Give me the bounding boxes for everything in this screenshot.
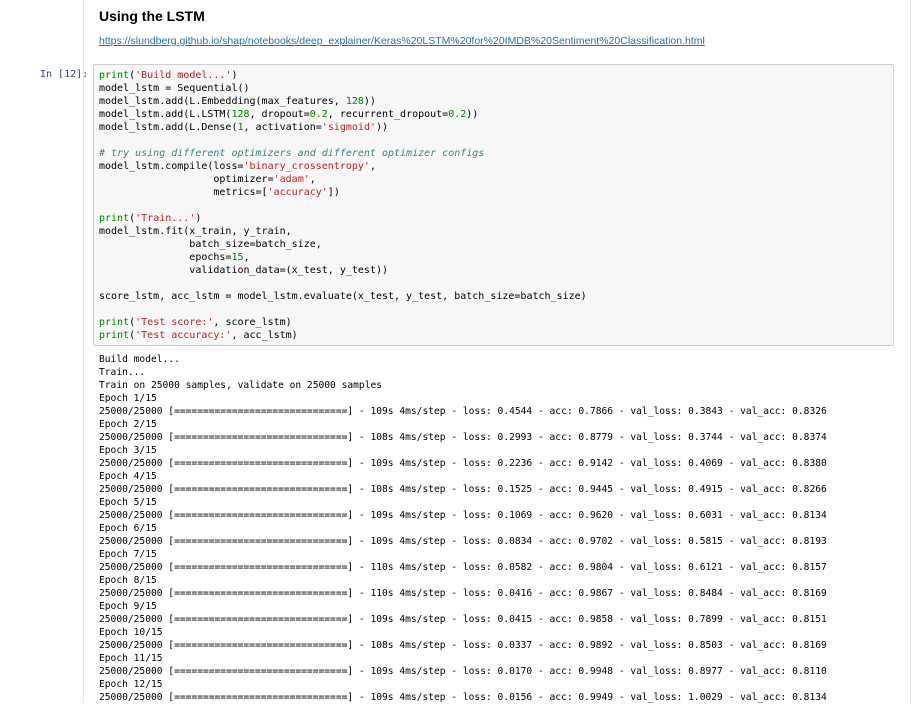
code-line: epochs=15,	[99, 252, 250, 263]
output-line: Epoch 3/15	[99, 445, 157, 456]
cell-output: Build model... Train... Train on 25000 sam…	[99, 353, 827, 704]
markdown-heading: Using the LSTM	[99, 8, 205, 24]
output-line: Epoch 2/15	[99, 419, 157, 430]
output-line: 25000/25000 [===========================…	[99, 692, 827, 703]
code-line: model_lstm.compile(loss='binary_crossent…	[99, 161, 376, 172]
output-line: Epoch 1/15	[99, 393, 157, 404]
output-line: 25000/25000 [===========================…	[99, 510, 827, 521]
output-line: 25000/25000 [===========================…	[99, 536, 827, 547]
output-line: 25000/25000 [===========================…	[99, 484, 827, 495]
code-line: print('Test score:', score_lstm)	[99, 317, 292, 328]
output-line: 25000/25000 [===========================…	[99, 614, 827, 625]
code-line: model_lstm.add(L.Dense(1, activation='si…	[99, 122, 389, 133]
code-line: model_lstm.fit(x_train, y_train,	[99, 226, 292, 237]
input-prompt: In [12]:	[40, 69, 89, 80]
output-line: Train on 25000 samples, validate on 2500…	[99, 380, 383, 391]
output-line: 25000/25000 [===========================…	[99, 640, 827, 651]
code-line: # try using different optimizers and dif…	[99, 148, 485, 159]
reference-link[interactable]: https://slundberg.github.io/shap/noteboo…	[99, 35, 705, 47]
output-line: 25000/25000 [===========================…	[99, 666, 827, 677]
output-line: 25000/25000 [===========================…	[99, 406, 827, 417]
code-line: batch_size=batch_size,	[99, 239, 322, 250]
output-line: Epoch 10/15	[99, 627, 163, 638]
code-line: optimizer='adam',	[99, 174, 316, 185]
output-line: Epoch 8/15	[99, 575, 157, 586]
code-line: print('Build model...')	[99, 70, 238, 81]
output-line: 25000/25000 [===========================…	[99, 458, 827, 469]
code-line: print('Train...')	[99, 213, 202, 224]
output-line: Epoch 11/15	[99, 653, 163, 664]
output-line: Build model...	[99, 354, 180, 365]
output-line: Epoch 6/15	[99, 523, 157, 534]
code-line: print('Test accuracy:', acc_lstm)	[99, 330, 298, 341]
output-line: Epoch 4/15	[99, 471, 157, 482]
code-line: metrics=['accuracy'])	[99, 187, 340, 198]
code-editor[interactable]: print('Build model...') model_lstm = Sequ…	[99, 69, 587, 342]
output-line: 25000/25000 [===========================…	[99, 432, 827, 443]
code-line: model_lstm.add(L.LSTM(128, dropout=0.2, …	[99, 109, 479, 120]
code-line: model_lstm = Sequential()	[99, 83, 250, 94]
output-line: Epoch 5/15	[99, 497, 157, 508]
code-line: validation_data=(x_test, y_test))	[99, 265, 388, 276]
output-line: Epoch 12/15	[99, 679, 163, 690]
code-line: model_lstm.add(L.Embedding(max_features,…	[99, 96, 376, 107]
output-line: Train...	[99, 367, 146, 378]
output-line: Epoch 9/15	[99, 601, 157, 612]
output-line: 25000/25000 [===========================…	[99, 588, 827, 599]
output-line: 25000/25000 [===========================…	[99, 562, 827, 573]
output-line: Epoch 7/15	[99, 549, 157, 560]
code-line: score_lstm, acc_lstm = model_lstm.evalua…	[99, 291, 587, 302]
